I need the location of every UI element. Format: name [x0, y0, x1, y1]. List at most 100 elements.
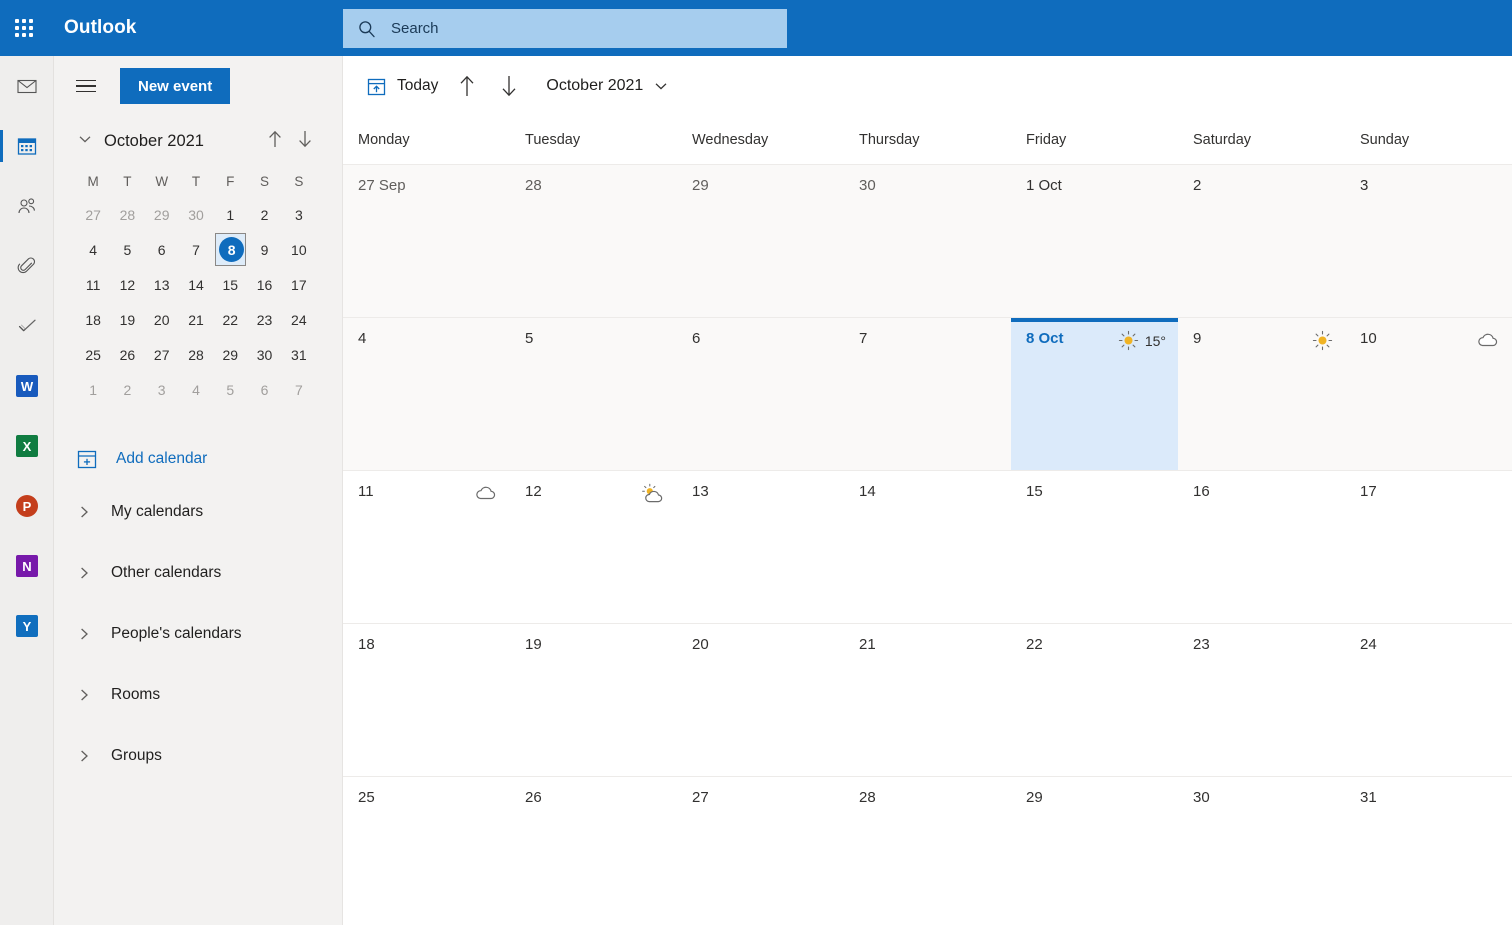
mini-day-6[interactable]: 6 — [247, 372, 281, 407]
rail-item-yammer[interactable]: Y — [0, 596, 54, 656]
mini-day-7[interactable]: 7 — [282, 372, 316, 407]
calendar-day-cell[interactable]: 6 — [677, 318, 844, 470]
calendar-day-cell[interactable]: 29 — [677, 165, 844, 317]
mini-day-18[interactable]: 18 — [76, 302, 110, 337]
calendar-day-cell-selected[interactable]: 8 Oct 15° — [1011, 318, 1178, 470]
sidebar-group-other-calendars[interactable]: Other calendars — [54, 542, 342, 603]
mini-day-22[interactable]: 22 — [213, 302, 247, 337]
calendar-day-cell[interactable]: 28 — [510, 165, 677, 317]
calendar-day-cell[interactable]: 1 Oct — [1011, 165, 1178, 317]
mini-day-30[interactable]: 30 — [179, 197, 213, 232]
new-event-button[interactable]: New event — [120, 68, 231, 104]
mini-day-1[interactable]: 1 — [76, 372, 110, 407]
mini-day-2[interactable]: 2 — [247, 197, 281, 232]
calendar-day-cell[interactable]: 27 Sep — [343, 165, 510, 317]
rail-item-word[interactable]: W — [0, 356, 54, 416]
sidebar-group-peoples-calendars[interactable]: People's calendars — [54, 603, 342, 664]
current-month-label[interactable]: October 2021 — [546, 77, 643, 95]
rail-item-files[interactable] — [0, 236, 54, 296]
calendar-day-cell[interactable]: 16 — [1178, 471, 1345, 623]
mini-day-29[interactable]: 29 — [213, 337, 247, 372]
mini-day-12[interactable]: 12 — [110, 267, 144, 302]
calendar-day-cell[interactable]: 28 — [844, 777, 1011, 930]
add-calendar-button[interactable]: Add calendar — [76, 437, 342, 481]
mini-day-11[interactable]: 11 — [76, 267, 110, 302]
calendar-day-cell[interactable]: 18 — [343, 624, 510, 776]
mini-day-4[interactable]: 4 — [76, 232, 110, 267]
rail-item-onenote[interactable]: N — [0, 536, 54, 596]
calendar-day-cell[interactable]: 17 — [1345, 471, 1512, 623]
calendar-day-cell[interactable]: 31 — [1345, 777, 1512, 930]
calendar-day-cell[interactable]: 26 — [510, 777, 677, 930]
calendar-day-cell[interactable]: 13 — [677, 471, 844, 623]
next-period-button[interactable] — [488, 68, 530, 104]
mini-day-1[interactable]: 1 — [213, 197, 247, 232]
rail-item-powerpoint[interactable]: P — [0, 476, 54, 536]
rail-item-calendar[interactable] — [0, 116, 54, 176]
mini-day-5[interactable]: 5 — [213, 372, 247, 407]
mini-day-4[interactable]: 4 — [179, 372, 213, 407]
arrow-down-icon[interactable] — [290, 129, 320, 154]
previous-period-button[interactable] — [446, 68, 488, 104]
mini-day-5[interactable]: 5 — [110, 232, 144, 267]
calendar-day-cell[interactable]: 30 — [1178, 777, 1345, 930]
mini-day-10[interactable]: 10 — [282, 232, 316, 267]
rail-item-mail[interactable] — [0, 56, 54, 116]
mini-day-31[interactable]: 31 — [282, 337, 316, 372]
mini-day-9[interactable]: 9 — [247, 232, 281, 267]
sidebar-group-rooms[interactable]: Rooms — [54, 664, 342, 725]
mini-day-28[interactable]: 28 — [110, 197, 144, 232]
calendar-day-cell[interactable]: 9 — [1178, 318, 1345, 470]
calendar-day-cell[interactable]: 24 — [1345, 624, 1512, 776]
search-input[interactable]: Search — [343, 9, 787, 48]
calendar-day-cell[interactable]: 23 — [1178, 624, 1345, 776]
calendar-day-cell[interactable]: 22 — [1011, 624, 1178, 776]
calendar-day-cell[interactable]: 25 — [343, 777, 510, 930]
hamburger-menu-icon[interactable] — [76, 72, 104, 100]
mini-day-6[interactable]: 6 — [145, 232, 179, 267]
calendar-day-cell[interactable]: 4 — [343, 318, 510, 470]
mini-calendar-title[interactable]: October 2021 — [104, 132, 260, 151]
chevron-down-icon[interactable] — [76, 130, 98, 153]
calendar-day-cell[interactable]: 12 — [510, 471, 677, 623]
mini-day-2[interactable]: 2 — [110, 372, 144, 407]
mini-day-16[interactable]: 16 — [247, 267, 281, 302]
app-launcher-icon[interactable] — [0, 0, 48, 56]
calendar-day-cell[interactable]: 29 — [1011, 777, 1178, 930]
mini-day-17[interactable]: 17 — [282, 267, 316, 302]
calendar-day-cell[interactable]: 2 — [1178, 165, 1345, 317]
chevron-down-icon[interactable] — [643, 77, 679, 95]
mini-day-30[interactable]: 30 — [247, 337, 281, 372]
mini-day-23[interactable]: 23 — [247, 302, 281, 337]
mini-day-20[interactable]: 20 — [145, 302, 179, 337]
mini-day-27[interactable]: 27 — [145, 337, 179, 372]
mini-day-3[interactable]: 3 — [145, 372, 179, 407]
calendar-day-cell[interactable]: 27 — [677, 777, 844, 930]
mini-day-26[interactable]: 26 — [110, 337, 144, 372]
mini-day-25[interactable]: 25 — [76, 337, 110, 372]
sidebar-group-my-calendars[interactable]: My calendars — [54, 481, 342, 542]
mini-day-14[interactable]: 14 — [179, 267, 213, 302]
mini-day-29[interactable]: 29 — [145, 197, 179, 232]
calendar-day-cell[interactable]: 30 — [844, 165, 1011, 317]
calendar-day-cell[interactable]: 5 — [510, 318, 677, 470]
arrow-up-icon[interactable] — [260, 129, 290, 154]
sidebar-group-groups[interactable]: Groups — [54, 725, 342, 786]
calendar-day-cell[interactable]: 10 — [1345, 318, 1512, 470]
mini-day-28[interactable]: 28 — [179, 337, 213, 372]
calendar-day-cell[interactable]: 7 — [844, 318, 1011, 470]
calendar-day-cell[interactable]: 20 — [677, 624, 844, 776]
calendar-day-cell[interactable]: 3 — [1345, 165, 1512, 317]
mini-day-21[interactable]: 21 — [179, 302, 213, 337]
rail-item-todo[interactable] — [0, 296, 54, 356]
mini-day-selected[interactable]: 8 — [213, 232, 247, 267]
calendar-day-cell[interactable]: 19 — [510, 624, 677, 776]
mini-day-19[interactable]: 19 — [110, 302, 144, 337]
mini-day-13[interactable]: 13 — [145, 267, 179, 302]
mini-day-7[interactable]: 7 — [179, 232, 213, 267]
calendar-day-cell[interactable]: 21 — [844, 624, 1011, 776]
today-button[interactable]: Today — [358, 68, 446, 104]
calendar-day-cell[interactable]: 11 — [343, 471, 510, 623]
mini-day-27[interactable]: 27 — [76, 197, 110, 232]
mini-day-24[interactable]: 24 — [282, 302, 316, 337]
